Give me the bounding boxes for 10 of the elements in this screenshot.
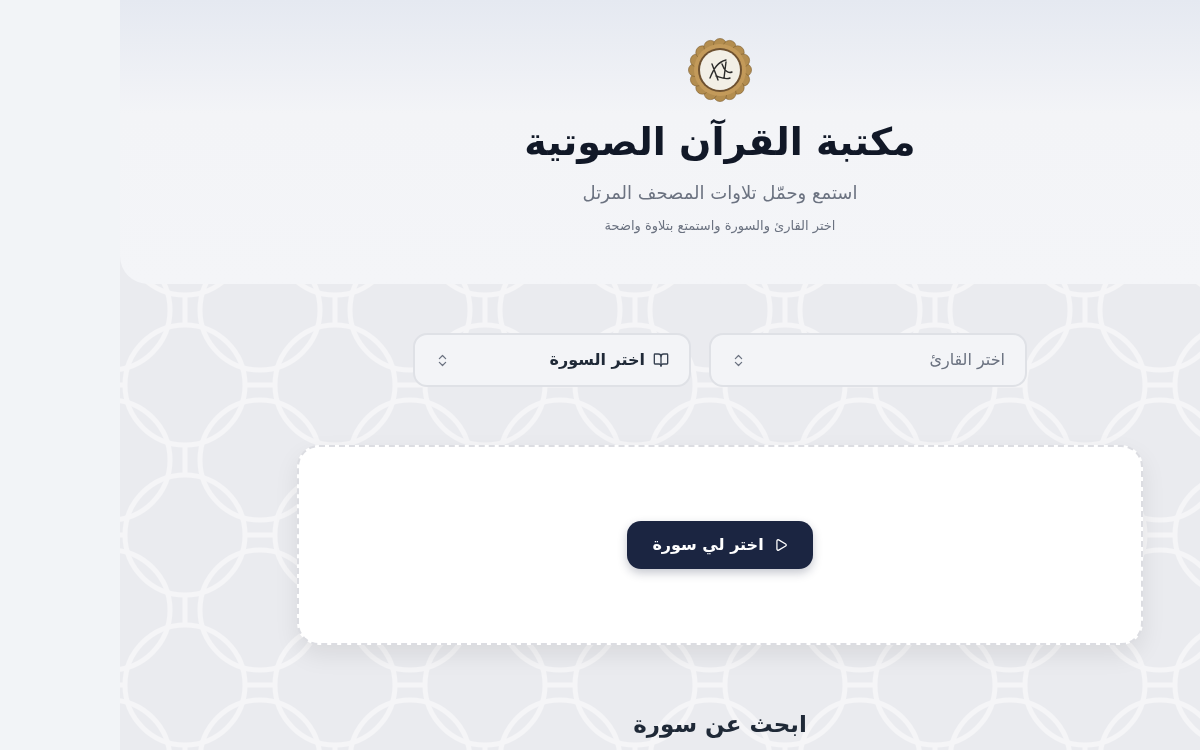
reciter-select[interactable]: اختر القارئ [709, 333, 1027, 387]
page-title: مكتبة القرآن الصوتية [524, 118, 916, 166]
page-subtitle: استمع وحمّل تلاوات المصحف المرتل [582, 181, 858, 206]
search-heading: ابحث عن سورة [633, 710, 807, 740]
page-hint: اختر القارئ والسورة واستمتع بتلاوة واضحة [604, 217, 836, 236]
surah-select[interactable]: اختر السورة [413, 333, 691, 387]
open-book-icon [653, 352, 669, 368]
play-icon [773, 538, 788, 552]
random-surah-button[interactable]: اختر لي سورة [627, 521, 813, 569]
ornament-medallion-logo [688, 38, 752, 102]
